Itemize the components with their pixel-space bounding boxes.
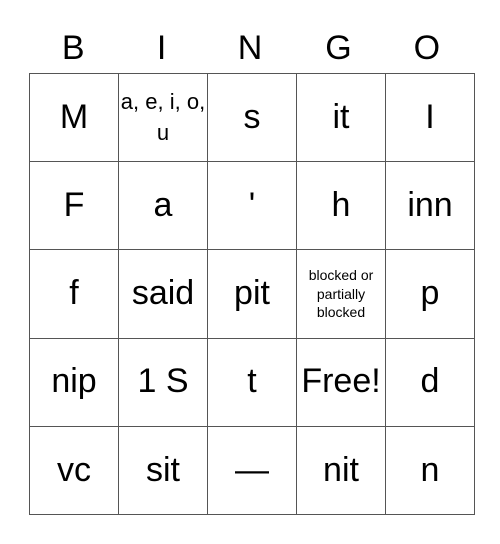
header-letter-o: O <box>413 29 441 67</box>
bingo-cell[interactable]: nit <box>296 425 386 516</box>
bingo-row: nip 1 St Free! d <box>29 337 475 427</box>
bingo-row: Ma, e, i, o, u s it I <box>29 72 475 163</box>
header-letter-n: N <box>237 29 263 67</box>
bingo-cell[interactable]: said <box>118 249 208 339</box>
bingo-cell[interactable]: it <box>296 72 386 163</box>
bingo-cell[interactable]: a <box>118 161 208 251</box>
bingo-cell[interactable]: a, e, i, o, u <box>118 72 208 163</box>
bingo-header: B I N G O <box>29 26 471 70</box>
header-letter-i: I <box>156 29 167 67</box>
bingo-cell[interactable]: f <box>29 249 119 339</box>
bingo-cell[interactable]: p <box>385 249 475 339</box>
bingo-cell[interactable]: blocked or partially blocked <box>296 249 386 339</box>
bingo-cell[interactable]: M <box>29 72 119 163</box>
bingo-cell[interactable]: ' <box>207 161 297 251</box>
bingo-cell[interactable]: n <box>385 425 475 516</box>
bingo-cell[interactable]: pit <box>207 249 297 339</box>
bingo-row: Fa ' h inn <box>29 161 475 251</box>
header-letter-b: B <box>61 29 85 67</box>
bingo-cell[interactable]: F <box>29 161 119 251</box>
bingo-cell[interactable]: d <box>385 337 475 427</box>
bingo-row: f said pit blocked or partially blocked p <box>29 249 475 339</box>
bingo-cell[interactable]: 1 S <box>118 337 208 427</box>
bingo-cell[interactable]: inn <box>385 161 475 251</box>
bingo-cell[interactable]: t <box>207 337 297 427</box>
bingo-cell[interactable]: — <box>207 425 297 516</box>
bingo-cell[interactable]: s <box>207 72 297 163</box>
bingo-grid: Ma, e, i, o, u s it I Fa ' h inn f said pit blocked… <box>29 72 475 516</box>
bingo-row: vc sit — nit n <box>29 425 475 516</box>
free-space-cell[interactable]: Free! <box>296 337 386 427</box>
bingo-cell[interactable]: sit <box>118 425 208 516</box>
bingo-cell[interactable]: nip <box>29 337 119 427</box>
header-letter-g: G <box>325 29 352 67</box>
bingo-cell[interactable]: I <box>385 72 475 163</box>
bingo-cell[interactable]: vc <box>29 425 119 516</box>
bingo-cell[interactable]: h <box>296 161 386 251</box>
